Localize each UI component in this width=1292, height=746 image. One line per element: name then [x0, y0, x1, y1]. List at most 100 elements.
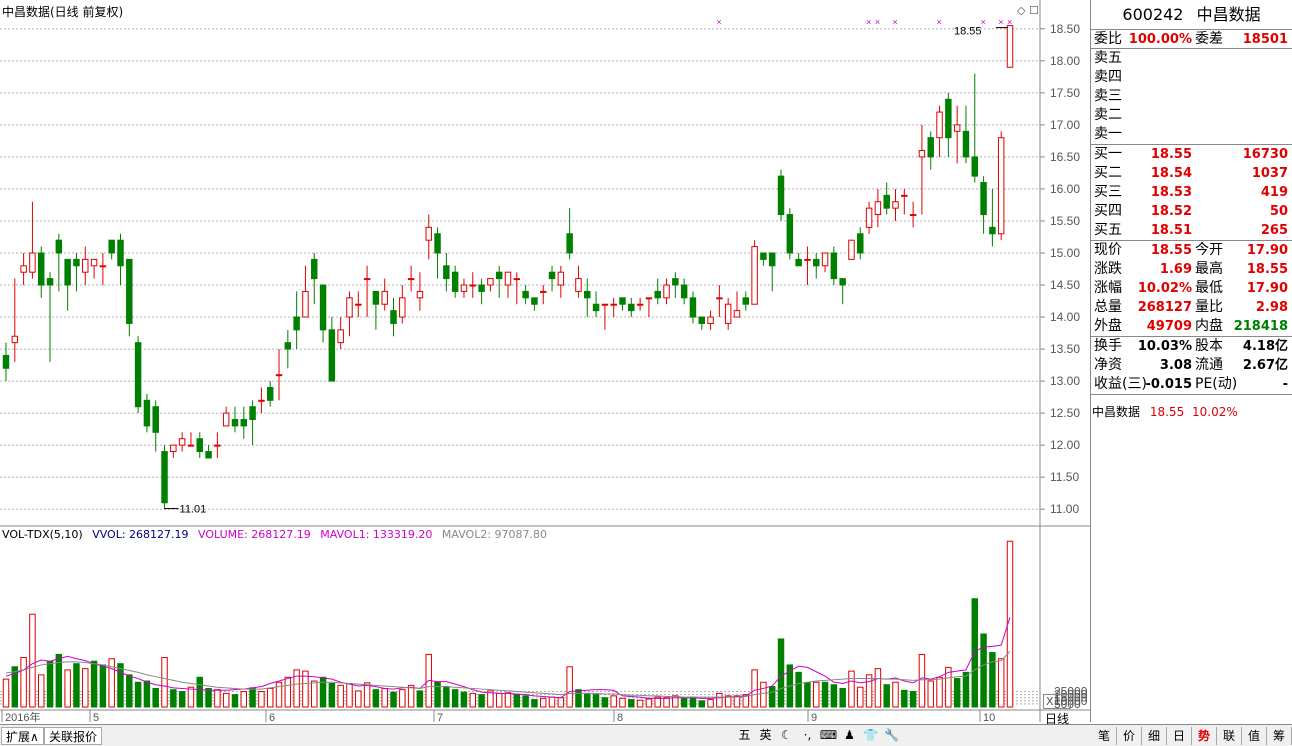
candle-body	[945, 98, 952, 139]
volume-bar	[469, 692, 477, 708]
fund-row-0-label2: 股本	[1195, 338, 1223, 354]
stock-code: 600242	[1122, 5, 1184, 24]
ime-btn-6[interactable]: 👕	[861, 727, 880, 744]
candle-body	[161, 451, 168, 504]
buy-level-2-label: 买二	[1094, 165, 1122, 181]
mini-chart-title: 中昌数据 18.55 10.02%	[1092, 403, 1238, 420]
stat-row-3-value: 268127	[1137, 300, 1192, 315]
candle-body	[953, 124, 961, 132]
candle-body	[645, 297, 653, 300]
candle-body	[724, 303, 732, 324]
volume-bar	[760, 681, 767, 708]
candle-body	[152, 406, 159, 433]
stat-row-2-value: 10.02%	[1137, 281, 1192, 296]
sell-level-1: 卖一	[1091, 125, 1292, 144]
candle-body	[328, 329, 336, 382]
vol-indicator-name[interactable]: VOL-TDX(5,10)	[2, 528, 83, 541]
stat-row-0-label: 现价	[1094, 242, 1122, 258]
candle-body	[768, 252, 776, 267]
candle-body	[275, 374, 283, 377]
candle-body	[531, 297, 538, 305]
candle-body	[55, 239, 63, 254]
stat-row-2: 涨幅 10.02% 最低 17.90	[1091, 279, 1292, 298]
weicha-value: 18501	[1242, 32, 1288, 47]
ime-btn-5[interactable]: ♟	[840, 727, 859, 744]
volume-bar	[346, 682, 353, 708]
candle-body	[495, 271, 503, 280]
volume-bar	[636, 699, 644, 708]
volume-bar	[839, 687, 846, 708]
candle-body	[390, 310, 397, 324]
volume-bar	[249, 687, 256, 708]
tab-related-quotes[interactable]: 关联报价	[44, 727, 103, 745]
volume-bar	[90, 660, 98, 708]
volume-bar	[293, 669, 300, 708]
sell-level-3-label: 卖三	[1094, 88, 1122, 104]
candle-body	[143, 399, 151, 427]
volume-bar	[522, 695, 529, 708]
candle-body	[249, 406, 256, 421]
weibi-label: 委比	[1094, 31, 1122, 47]
volume-bar	[134, 681, 142, 708]
buy-level-1-value: 18.55	[1150, 147, 1192, 162]
signal-marker: ×	[937, 17, 942, 27]
ime-btn-2[interactable]: ☾	[777, 727, 796, 744]
restore-icon[interactable]: ◇	[1017, 4, 1025, 17]
fund-row-0: 换手 10.03% 股本 4.18亿	[1091, 337, 1292, 356]
candle-body	[689, 297, 697, 318]
price-tick-label: 16.00	[1050, 182, 1080, 196]
rt-tab-1[interactable]: 价	[1117, 727, 1142, 745]
buy-level-1: 买一 18.55 16730	[1091, 145, 1292, 164]
x-axis-label: 6	[269, 712, 275, 724]
candle-body	[504, 271, 512, 286]
rt-tab-7[interactable]: 筹	[1267, 727, 1292, 745]
ime-btn-0[interactable]: 五	[735, 727, 754, 744]
ime-btn-7[interactable]: 🔧	[882, 727, 901, 744]
candle-body	[2, 354, 10, 369]
low-price-label: 11.01	[180, 504, 207, 516]
candle-body	[980, 182, 987, 216]
candle-body	[487, 278, 494, 286]
candle-body	[82, 258, 89, 273]
price-tick-label: 16.50	[1050, 150, 1080, 164]
volume-bar	[953, 678, 961, 708]
volume-bar	[64, 669, 71, 708]
rt-tab-6[interactable]: 值	[1242, 727, 1267, 745]
volume-bar	[187, 686, 195, 708]
candle-body	[874, 201, 882, 216]
candle-body	[786, 214, 794, 254]
rt-tab-4[interactable]: 势	[1192, 727, 1217, 745]
buy-level-3-value: 18.53	[1150, 185, 1192, 200]
high-price-label: 18.55	[954, 26, 982, 38]
ime-btn-3[interactable]: ·,	[798, 727, 817, 744]
volume-bar	[927, 680, 934, 708]
period-selector[interactable]: 日线	[1045, 710, 1069, 727]
candle-body	[46, 278, 54, 286]
candle-body	[214, 444, 221, 447]
candle-body	[821, 252, 829, 267]
candle-body	[883, 194, 890, 209]
rt-tab-5[interactable]: 联	[1217, 727, 1242, 745]
candle-body	[29, 252, 36, 273]
candle-body	[302, 290, 309, 318]
volume-bar	[989, 652, 996, 708]
rt-tab-3[interactable]: 日	[1167, 727, 1192, 745]
tab-expand[interactable]: 扩展∧	[1, 727, 44, 745]
volume-bar	[610, 695, 617, 708]
maximize-icon[interactable]: ☐	[1029, 4, 1039, 17]
weibi-value: 100.00%	[1128, 32, 1192, 47]
ime-btn-1[interactable]: 英	[756, 727, 775, 744]
rt-tab-2[interactable]: 细	[1142, 727, 1167, 745]
candle-body	[11, 335, 19, 344]
candle-body	[425, 226, 432, 241]
ime-btn-4[interactable]: ⌨	[819, 727, 838, 744]
volume-bar	[355, 690, 362, 708]
stat-row-3: 总量 268127 量比 2.98	[1091, 298, 1292, 317]
candle-body	[584, 290, 591, 299]
volume-bar	[698, 700, 705, 708]
candle-body	[848, 239, 855, 260]
rt-tab-0[interactable]: 笔	[1092, 727, 1117, 745]
sell-level-4-label: 卖四	[1094, 69, 1122, 85]
sell-level-4: 卖四	[1091, 68, 1292, 87]
volume-bar	[584, 692, 591, 708]
